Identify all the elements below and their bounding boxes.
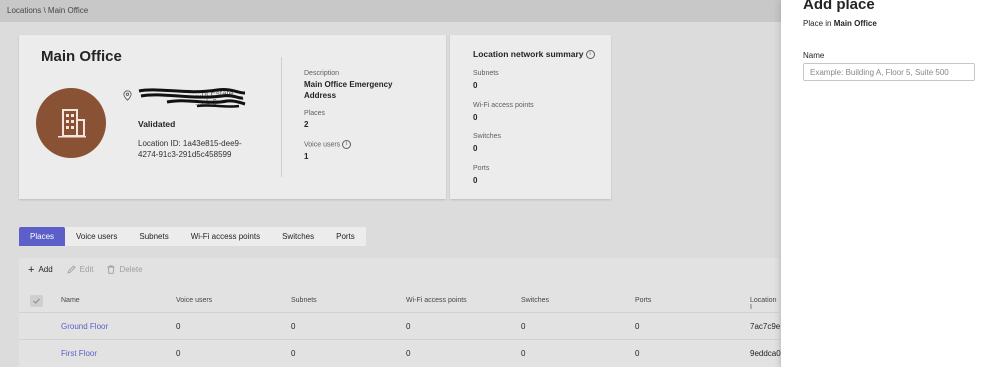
tab-bar: Places Voice users Subnets Wi-Fi access … <box>19 227 366 246</box>
info-icon[interactable]: i <box>585 50 595 60</box>
row-location-id: 9eddca0 <box>750 349 781 358</box>
column-header-wifi-access-points[interactable]: Wi-Fi access points <box>406 297 467 304</box>
tab-places[interactable]: Places <box>19 227 66 246</box>
tab-wifi-access-points[interactable]: Wi-Fi access points <box>180 227 271 246</box>
summary-title: Location network summary i <box>473 49 595 60</box>
trash-icon <box>107 265 115 274</box>
voice-users-label-text: Voice users <box>304 141 341 149</box>
panel-subtitle-location: Main Office <box>833 19 877 28</box>
grid-toolbar: + Add Edit Delete <box>28 263 143 276</box>
summary-switches-value: 0 <box>473 144 478 153</box>
summary-switches-label: Switches <box>473 133 502 140</box>
column-header-name[interactable]: Name <box>61 297 80 304</box>
row-wifi-access-points: 0 <box>406 349 411 358</box>
summary-wifi-label: Wi-Fi access points <box>473 102 534 109</box>
description-value: Main Office Emergency Address <box>304 80 393 100</box>
location-pin-icon <box>123 90 132 101</box>
building-icon <box>58 109 86 138</box>
card-divider <box>281 57 282 177</box>
row-subnets: 0 <box>291 322 296 331</box>
column-header-location-id[interactable]: Location I <box>750 297 779 311</box>
breadcrumb[interactable]: Locations \ Main Office <box>7 6 88 15</box>
info-icon[interactable]: i <box>342 140 352 149</box>
name-field-label: Name <box>803 51 825 60</box>
summary-wifi-value: 0 <box>473 113 478 122</box>
table-row[interactable]: First Floor 0 0 0 0 0 9eddca0 <box>19 339 781 366</box>
location-address: ...nt Estate ...ek 6 <box>137 87 246 109</box>
row-voice-users: 0 <box>176 322 181 331</box>
edit-button[interactable]: Edit <box>67 265 94 274</box>
address-redaction <box>138 88 246 108</box>
edit-button-label: Edit <box>79 265 94 274</box>
tab-switches[interactable]: Switches <box>271 227 325 246</box>
tab-voice-users[interactable]: Voice users <box>65 227 128 246</box>
row-switches: 0 <box>521 349 526 358</box>
description-label: Description <box>304 70 340 77</box>
summary-title-text: Location network summary <box>473 49 584 59</box>
column-header-subnets[interactable]: Subnets <box>291 297 317 304</box>
panel-title: Add place <box>803 0 875 13</box>
places-value: 2 <box>304 120 309 129</box>
column-header-switches[interactable]: Switches <box>521 297 549 304</box>
plus-icon: + <box>28 263 35 276</box>
voice-users-label: Voice users i <box>304 140 352 149</box>
tab-ports[interactable]: Ports <box>325 227 366 246</box>
tab-subnets[interactable]: Subnets <box>128 227 179 246</box>
summary-ports-label: Ports <box>473 165 490 172</box>
row-name-link[interactable]: First Floor <box>61 349 97 358</box>
row-wifi-access-points: 0 <box>406 322 411 331</box>
column-header-voice-users[interactable]: Voice users <box>176 297 212 304</box>
network-summary-card: Location network summary i Subnets 0 Wi-F… <box>450 35 611 199</box>
panel-subtitle: Place in Main Office <box>803 19 877 28</box>
summary-subnets-value: 0 <box>473 81 478 90</box>
pencil-icon <box>67 265 76 274</box>
row-subnets: 0 <box>291 349 296 358</box>
table-row[interactable]: Ground Floor 0 0 0 0 0 7ac7c9e <box>19 312 781 339</box>
location-avatar <box>36 88 106 158</box>
delete-button-label: Delete <box>119 265 143 274</box>
validated-status: Validated <box>138 119 176 129</box>
row-voice-users: 0 <box>176 349 181 358</box>
row-switches: 0 <box>521 322 526 331</box>
page-title: Main Office <box>41 48 122 65</box>
summary-subnets-label: Subnets <box>473 70 499 77</box>
add-button-label: Add <box>38 265 53 274</box>
place-name-input[interactable] <box>803 63 975 81</box>
row-ports: 0 <box>635 349 640 358</box>
checkmark-icon <box>33 298 40 304</box>
row-ports: 0 <box>635 322 640 331</box>
table-header: Name Voice users Subnets Wi-Fi access po… <box>19 290 779 312</box>
summary-ports-value: 0 <box>473 176 478 185</box>
add-place-panel: Add place Place in Main Office Name <box>781 0 998 367</box>
places-label: Places <box>304 110 326 117</box>
location-card: Main Office ...nt Estate ...ek 6 Validat… <box>19 35 446 199</box>
column-header-ports[interactable]: Ports <box>635 297 651 304</box>
delete-button[interactable]: Delete <box>107 265 143 274</box>
places-grid: + Add Edit Delete Name Voice users Subne… <box>19 258 781 367</box>
add-button[interactable]: + Add <box>28 263 53 276</box>
location-id: Location ID: 1a43e815-dee9-4274-91c3-291… <box>138 139 242 159</box>
row-location-id: 7ac7c9e <box>750 322 781 331</box>
select-all-checkbox[interactable] <box>30 295 43 307</box>
voice-users-value: 1 <box>304 152 309 161</box>
panel-subtitle-prefix: Place in <box>803 19 832 28</box>
row-name-link[interactable]: Ground Floor <box>61 322 108 331</box>
